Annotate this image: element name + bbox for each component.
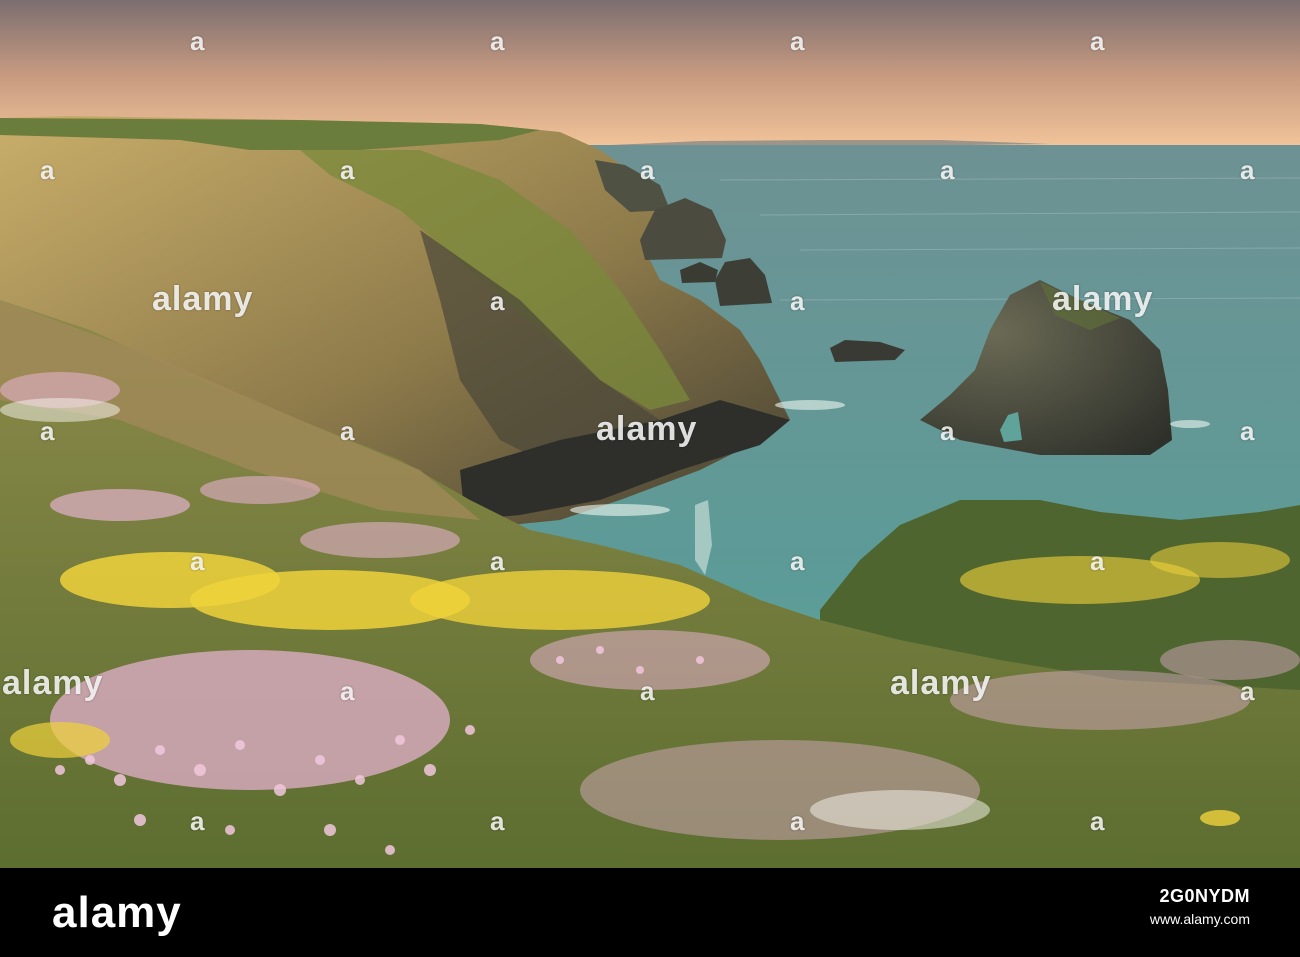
watermark-logo: alamy — [596, 410, 698, 448]
watermark-glyph: a — [1240, 676, 1256, 706]
watermark-logo: alamy — [890, 664, 992, 702]
watermark-glyph: a — [790, 286, 806, 316]
watermark-glyph: a — [340, 676, 356, 706]
watermark-glyph: a — [1090, 26, 1106, 56]
watermark-glyph: a — [940, 155, 956, 185]
watermark-glyph: a — [490, 26, 506, 56]
stock-footer-bar: alamy 2G0NYDM www.alamy.com — [0, 868, 1300, 957]
watermark-glyph: a — [340, 416, 356, 446]
watermark-glyph: a — [190, 26, 206, 56]
image-id: 2G0NYDM — [1159, 886, 1250, 906]
watermark-glyph: a — [190, 806, 206, 836]
watermark-glyph: a — [340, 155, 356, 185]
watermark-logo: alamy — [2, 664, 104, 702]
watermark-glyph: a — [790, 806, 806, 836]
stock-photo-page: a a a a a a a a a alamy a a alamy a a al… — [0, 0, 1300, 957]
watermark-glyph: a — [490, 286, 506, 316]
watermark-glyph: a — [40, 416, 56, 446]
watermark-glyph: a — [1090, 546, 1106, 576]
watermark-glyph: a — [490, 546, 506, 576]
watermark-logo: alamy — [152, 280, 254, 318]
watermark-glyph: a — [640, 155, 656, 185]
image-info: 2G0NYDM www.alamy.com — [1150, 886, 1250, 927]
watermark-glyph: a — [1090, 806, 1106, 836]
site-url[interactable]: www.alamy.com — [1150, 911, 1250, 927]
watermark-glyph: a — [40, 155, 56, 185]
watermark-glyph: a — [190, 546, 206, 576]
watermark-glyph: a — [1240, 155, 1256, 185]
coastal-cliff-photo: a a a a a a a a a alamy a a alamy a a al… — [0, 0, 1300, 868]
watermark-glyph: a — [790, 546, 806, 576]
alamy-logo[interactable]: alamy — [52, 888, 182, 938]
watermark-glyph: a — [940, 416, 956, 446]
watermark-glyph: a — [1240, 416, 1256, 446]
watermark-glyph: a — [640, 676, 656, 706]
watermark-logo: alamy — [1052, 280, 1154, 318]
watermark-glyph: a — [790, 26, 806, 56]
watermark-glyph: a — [490, 806, 506, 836]
